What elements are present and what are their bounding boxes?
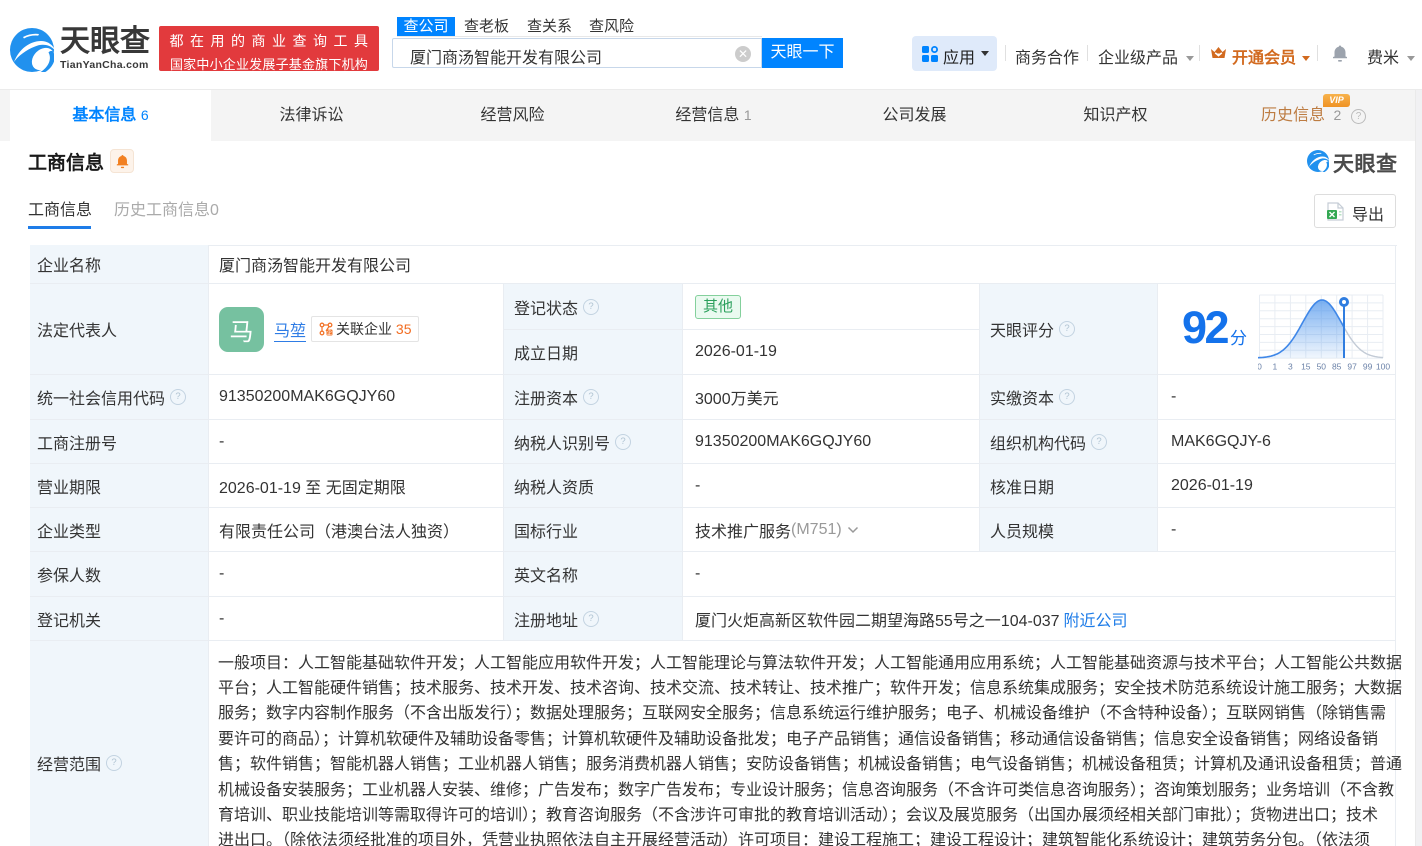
svg-text:1: 1 [1273,362,1278,372]
svg-text:50: 50 [1317,362,1327,372]
svg-text:100: 100 [1376,362,1390,372]
svg-text:3: 3 [1288,362,1293,372]
svg-text:85: 85 [1332,362,1342,372]
svg-text:0: 0 [1258,362,1262,372]
svg-text:97: 97 [1347,362,1357,372]
svg-text:企: 企 [327,329,333,336]
svg-text:15: 15 [1301,362,1311,372]
svg-text:99: 99 [1363,362,1373,372]
